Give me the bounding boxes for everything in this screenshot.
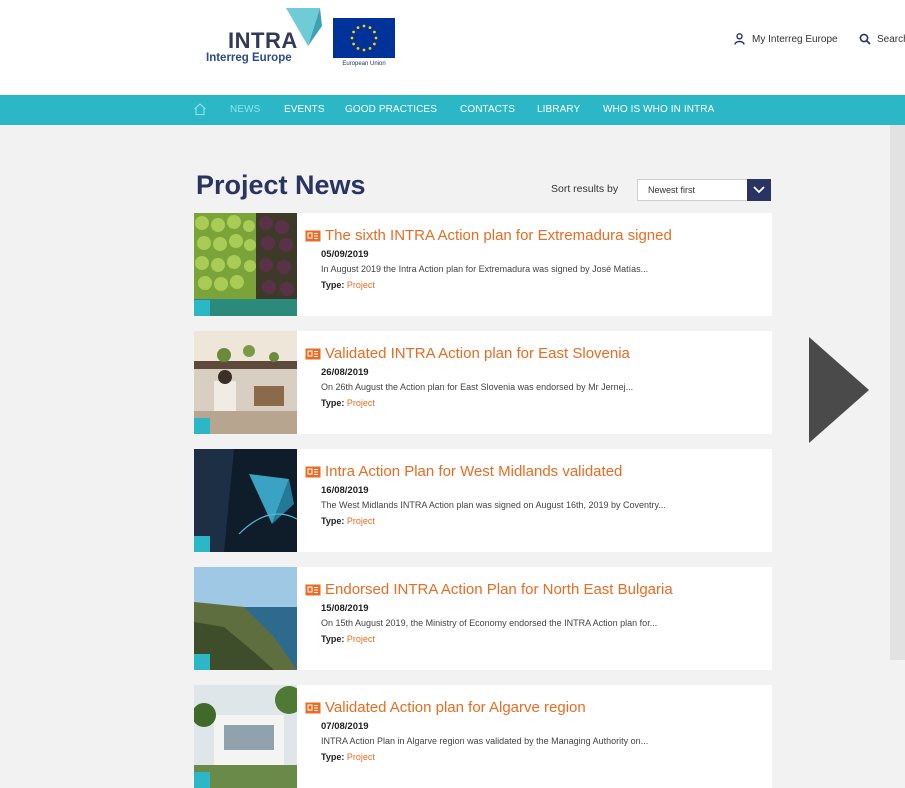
next-arrow-icon[interactable]	[809, 337, 869, 443]
news-excerpt: On 26th August the Action plan for East …	[321, 382, 634, 392]
news-icon	[305, 466, 321, 478]
news-type-value[interactable]: Project	[347, 398, 375, 408]
nav-who-is-who[interactable]: WHO IS WHO IN INTRA	[603, 104, 714, 115]
news-type-value[interactable]: Project	[347, 634, 375, 644]
main-nav: NEWS EVENTS GOOD PRACTICES CONTACTS LIBR…	[0, 95, 905, 125]
eu-label: European Union	[342, 61, 386, 67]
news-thumbnail[interactable]	[194, 685, 297, 788]
news-excerpt: In August 2019 the Intra Action plan for…	[321, 264, 649, 274]
search-label: Search	[877, 33, 905, 45]
library-badge-icon	[194, 300, 210, 316]
sort-label: Sort results by	[551, 183, 619, 195]
sort-select[interactable]: Newest first	[637, 179, 771, 201]
nav-library[interactable]: LIBRARY	[537, 104, 580, 115]
news-type: Type: Project	[321, 516, 375, 526]
nav-news[interactable]: NEWS	[230, 104, 260, 115]
news-thumbnail[interactable]	[194, 331, 297, 434]
news-type: Type: Project	[321, 752, 375, 762]
news-type-label: Type:	[321, 752, 345, 762]
news-type: Type: Project	[321, 280, 375, 290]
news-type: Type: Project	[321, 398, 375, 408]
news-type-value[interactable]: Project	[347, 280, 375, 290]
news-date: 16/08/2019	[321, 485, 369, 496]
nav-contacts[interactable]: CONTACTS	[460, 104, 515, 115]
news-type-label: Type:	[321, 634, 345, 644]
sort-dropdown-button[interactable]	[747, 179, 771, 201]
chevron-down-icon	[753, 186, 765, 194]
news-icon	[305, 230, 321, 242]
news-title[interactable]: Endorsed INTRA Action Plan for North Eas…	[325, 581, 673, 598]
news-icon	[305, 348, 321, 360]
news-date: 07/08/2019	[321, 721, 369, 732]
news-type-label: Type:	[321, 516, 345, 526]
home-icon[interactable]	[193, 102, 207, 116]
library-badge-icon	[194, 654, 210, 670]
search-icon	[859, 33, 871, 45]
news-date: 26/08/2019	[321, 367, 369, 378]
news-item[interactable]: Validated Action plan for Algarve region…	[194, 685, 772, 788]
news-item[interactable]: Validated INTRA Action plan for East Slo…	[194, 331, 772, 434]
news-date: 15/08/2019	[321, 603, 369, 614]
news-item[interactable]: The sixth INTRA Action plan for Extremad…	[194, 213, 772, 316]
news-excerpt: The West Midlands INTRA Action plan was …	[321, 500, 666, 510]
news-thumbnail[interactable]	[194, 567, 297, 670]
side-panel	[890, 125, 905, 660]
news-item[interactable]: Endorsed INTRA Action Plan for North Eas…	[194, 567, 772, 670]
page-title: Project News	[196, 170, 366, 200]
site-header: INTRA Interreg Europe European Union My …	[0, 0, 905, 95]
eu-flag-icon	[333, 18, 395, 58]
library-badge-icon	[194, 418, 210, 434]
news-type: Type: Project	[321, 634, 375, 644]
news-icon	[305, 702, 321, 714]
my-interreg-link[interactable]: My Interreg Europe	[734, 33, 838, 45]
news-thumbnail[interactable]	[194, 213, 297, 316]
news-title[interactable]: The sixth INTRA Action plan for Extremad…	[325, 227, 672, 244]
news-excerpt: INTRA Action Plan in Algarve region was …	[321, 736, 649, 746]
news-type-value[interactable]: Project	[347, 516, 375, 526]
news-title[interactable]: Intra Action Plan for West Midlands vali…	[325, 463, 622, 480]
search-link[interactable]: Search	[859, 33, 905, 45]
news-item[interactable]: Intra Action Plan for West Midlands vali…	[194, 449, 772, 552]
news-type-label: Type:	[321, 398, 345, 408]
logo-title: INTRA	[228, 28, 298, 53]
news-excerpt: On 15th August 2019, the Ministry of Eco…	[321, 618, 658, 628]
logo-subtitle: Interreg Europe	[206, 52, 292, 64]
sort-selected-value: Newest first	[648, 185, 696, 195]
nav-good-practices[interactable]: GOOD PRACTICES	[345, 104, 437, 115]
my-interreg-label: My Interreg Europe	[752, 33, 838, 45]
user-icon	[734, 33, 745, 45]
news-title[interactable]: Validated Action plan for Algarve region	[325, 699, 586, 716]
library-badge-icon	[194, 772, 210, 788]
news-title[interactable]: Validated INTRA Action plan for East Slo…	[325, 345, 630, 362]
news-type-label: Type:	[321, 280, 345, 290]
library-badge-icon	[194, 536, 210, 552]
news-type-value[interactable]: Project	[347, 752, 375, 762]
news-icon	[305, 584, 321, 596]
news-date: 05/09/2019	[321, 249, 369, 260]
nav-events[interactable]: EVENTS	[284, 104, 325, 115]
news-thumbnail[interactable]	[194, 449, 297, 552]
